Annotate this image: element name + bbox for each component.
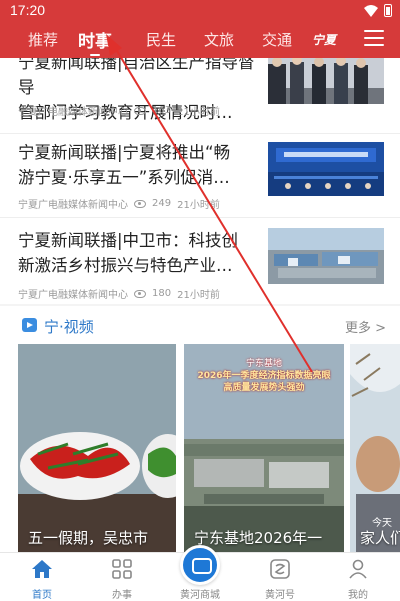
status-bar: 17:20 xyxy=(0,0,400,22)
article-time: 21小时前 xyxy=(177,290,220,301)
bottom-nav-mall[interactable]: 黄河商城 xyxy=(170,586,230,601)
ningxia-logo-tab[interactable]: 宁夏 xyxy=(312,31,342,47)
wifi-icon xyxy=(364,4,378,17)
bottom-nav-label: 我的 xyxy=(348,590,368,601)
tab-traffic[interactable]: 交通 xyxy=(262,29,292,50)
article-source: 宁夏广电融媒体新闻中心 xyxy=(18,107,128,118)
user-icon xyxy=(349,559,367,579)
menu-button[interactable] xyxy=(364,30,384,48)
article-views: 180 xyxy=(152,288,172,299)
bottom-nav: 首页 办事 黄河商城 黄河号 我的 xyxy=(0,545,400,601)
video-card[interactable]: 今天 家人们 xyxy=(350,344,400,552)
article-source: 宁夏广电融媒体新闻中心 xyxy=(18,290,128,301)
views-icon xyxy=(134,289,146,298)
bottom-nav-home[interactable]: 首页 xyxy=(12,559,72,601)
news-list: 宁夏新闻联播|自治区生产指导督导 管部门学习教育开展情况时… 宁夏广电融媒体新闻… xyxy=(0,58,400,304)
home-icon xyxy=(32,560,52,578)
status-icons xyxy=(364,4,392,17)
video-section-icon xyxy=(22,318,37,332)
article-time: 21小时前 xyxy=(177,200,220,211)
mall-icon[interactable] xyxy=(180,545,220,585)
channel-nav: 推荐 时事 民生 文旅 交通 宁夏 xyxy=(0,22,400,58)
views-icon xyxy=(134,199,146,208)
battery-icon xyxy=(384,4,392,17)
status-time: 17:20 xyxy=(10,2,46,18)
article-title[interactable]: 宁夏新闻联播|中卫市：科技创 新激活乡村振兴与特色产业… xyxy=(18,228,260,278)
list-item[interactable]: 宁夏新闻联播|宁夏将推出“畅 游宁夏·乐享五一”系列促消… 宁夏广电融媒体新闻中… xyxy=(0,134,400,218)
article-views: 163 xyxy=(152,105,172,116)
video-card-title: 宁东基地2026年一 xyxy=(194,529,323,547)
video-card[interactable]: 宁东基地 2026年一季度经济指标数据亮眼 高质量发展势头强劲 宁东基地2026… xyxy=(184,344,344,552)
article-time: 21小时前 xyxy=(177,107,220,118)
grid-icon xyxy=(112,559,132,579)
video-card[interactable]: 五一假期，吴忠市 xyxy=(18,344,176,552)
article-thumbnail[interactable] xyxy=(268,142,384,196)
video-more-link[interactable]: 更多 > xyxy=(345,317,386,336)
list-item[interactable]: 宁夏新闻联播|中卫市：科技创 新激活乡村振兴与特色产业… 宁夏广电融媒体新闻中心… xyxy=(0,218,400,304)
video-section-title: 宁·视频 xyxy=(44,318,94,336)
bottom-nav-label: 首页 xyxy=(32,590,52,601)
article-meta: 宁夏广电融媒体新闻中心 249 21小时前 xyxy=(18,196,220,211)
tab-current-affairs[interactable]: 时事 xyxy=(78,27,112,56)
huanghe-hao-icon xyxy=(270,559,290,579)
bottom-nav-huanghe-hao[interactable]: 黄河号 xyxy=(250,559,310,601)
video-card-title: 家人们 xyxy=(360,529,400,547)
bottom-nav-label: 办事 xyxy=(112,590,132,601)
tab-culture-tourism[interactable]: 文旅 xyxy=(204,29,234,50)
tab-livelihood[interactable]: 民生 xyxy=(146,29,176,50)
article-thumbnail[interactable] xyxy=(268,228,384,284)
video-thumbnail xyxy=(18,344,176,552)
article-meta: 宁夏广电融媒体新闻中心 180 21小时前 xyxy=(18,286,220,301)
bottom-nav-services[interactable]: 办事 xyxy=(92,559,152,601)
video-card-title: 五一假期，吴忠市 xyxy=(28,529,149,547)
list-item[interactable]: 宁夏新闻联播|自治区生产指导督导 管部门学习教育开展情况时… 宁夏广电融媒体新闻… xyxy=(0,58,400,134)
views-icon xyxy=(134,106,146,115)
bottom-nav-mine[interactable]: 我的 xyxy=(328,559,388,601)
article-thumbnail[interactable] xyxy=(268,58,384,104)
video-overlay-line2: 高质量发展势头强劲 xyxy=(223,383,305,393)
article-source: 宁夏广电融媒体新闻中心 xyxy=(18,200,128,211)
tab-recommend[interactable]: 推荐 xyxy=(28,29,58,50)
article-title[interactable]: 宁夏新闻联播|宁夏将推出“畅 游宁夏·乐享五一”系列促消… xyxy=(18,140,260,190)
article-views: 249 xyxy=(152,198,172,209)
video-section: 宁·视频 更多 > 五一假期，吴忠市 宁东基地 2026年一季度经济指标数据亮眼… xyxy=(0,306,400,552)
bottom-nav-label: 黄河号 xyxy=(265,590,295,601)
article-meta: 宁夏广电融媒体新闻中心 163 21小时前 xyxy=(18,103,220,118)
